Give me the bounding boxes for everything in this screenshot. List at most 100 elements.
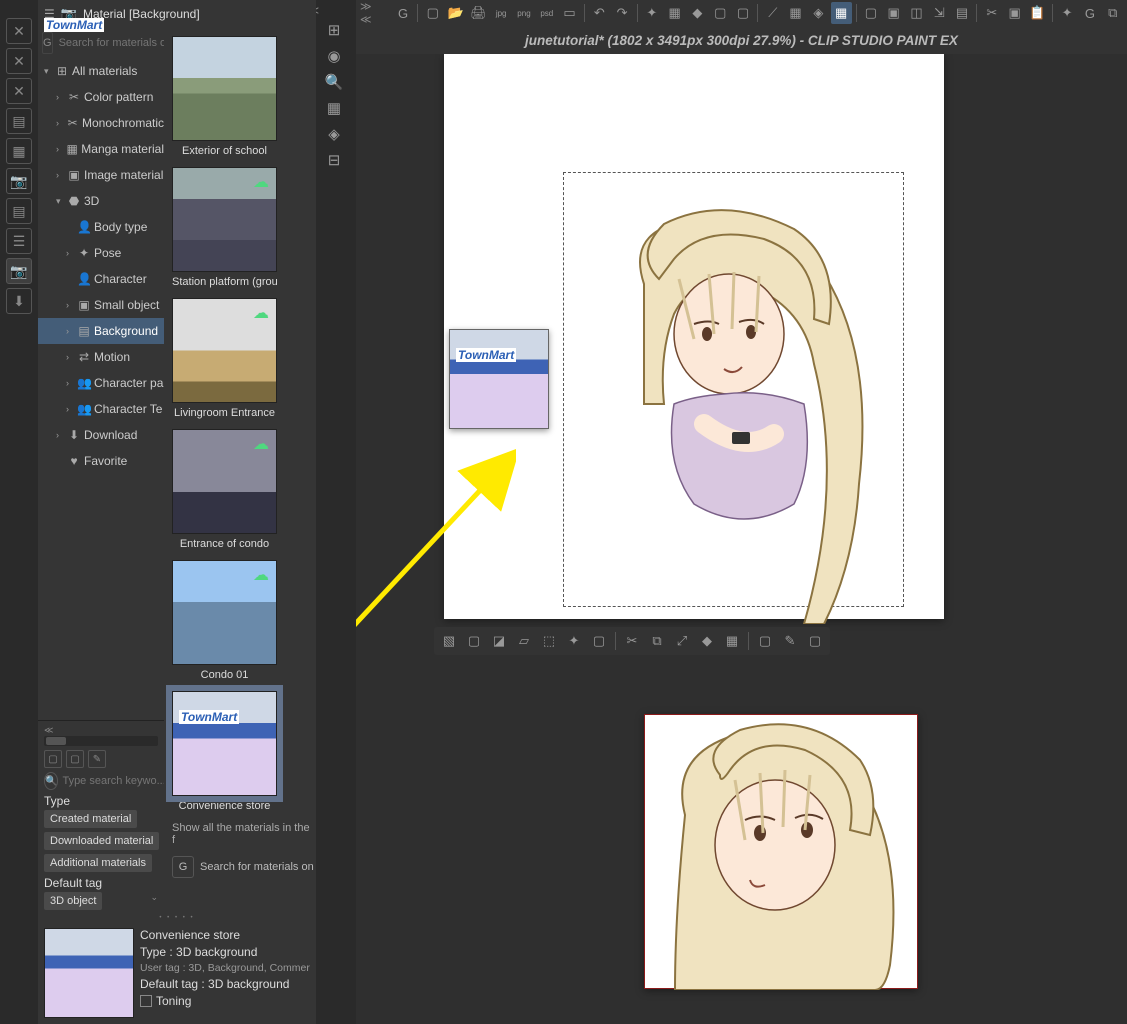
chevron-down-icon[interactable]: ⌄ <box>150 892 158 910</box>
sel-tool-tone[interactable]: ▦ <box>721 630 743 652</box>
sel-tool-pen[interactable]: ✎ <box>779 630 801 652</box>
side-tab-2[interactable]: ◉ <box>322 44 346 68</box>
tree-image-material[interactable]: ›▣Image material <box>38 162 164 188</box>
material-card-convenience-store[interactable]: Convenience store <box>172 691 277 812</box>
tool-csp-icon[interactable]: G <box>393 2 414 24</box>
tree-monochromatic[interactable]: ›✂Monochromatic <box>38 110 164 136</box>
tool-snap3[interactable]: ◈ <box>808 2 829 24</box>
side-tab-4[interactable]: ▦ <box>322 96 346 120</box>
tree-character-pa[interactable]: ›👥Character pa <box>38 370 164 396</box>
chip-downloaded-material[interactable]: Downloaded material <box>44 832 159 850</box>
filter-icon-2[interactable]: ▢ <box>66 750 84 768</box>
tool-win2[interactable]: ▣ <box>883 2 904 24</box>
tree-motion[interactable]: ›⇄Motion <box>38 344 164 370</box>
tool-win5[interactable]: ▤ <box>952 2 973 24</box>
strip-icon-5[interactable]: ▦ <box>6 138 32 164</box>
strip-icon-material[interactable]: 📷 <box>6 258 32 284</box>
sel-tool-fill[interactable]: ◆ <box>696 630 718 652</box>
side-tab-1[interactable]: ⊞ <box>322 18 346 42</box>
assets-search-footer[interactable]: Search for materials on <box>200 861 314 873</box>
material-card-condo[interactable]: ☁ Condo 01 <box>172 560 277 681</box>
tool-undo[interactable]: ↶ <box>589 2 610 24</box>
sel-tool-cut[interactable]: ✂ <box>621 630 643 652</box>
tool-jpg[interactable]: jpg <box>491 2 512 24</box>
strip-icon-10[interactable]: ⬇ <box>6 288 32 314</box>
sel-tool-4[interactable]: ▱ <box>513 630 535 652</box>
chip-additional-materials[interactable]: Additional materials <box>44 854 152 872</box>
tree-all-materials[interactable]: ▾⊞All materials <box>38 58 164 84</box>
chip-3d-object[interactable]: 3D object <box>44 892 102 910</box>
sel-tool-3[interactable]: ◪ <box>488 630 510 652</box>
filter-icon-3[interactable]: ✎ <box>88 750 106 768</box>
tool-bucket[interactable]: ◆ <box>687 2 708 24</box>
tree-color-pattern[interactable]: ›✂Color pattern <box>38 84 164 110</box>
tool-copy[interactable]: ▣ <box>1004 2 1025 24</box>
tree-pose[interactable]: ›✦Pose <box>38 240 164 266</box>
tool-fx[interactable]: ✦ <box>1057 2 1078 24</box>
tree-body-type[interactable]: 👤Body type <box>38 214 164 240</box>
strip-icon-7[interactable]: ▤ <box>6 198 32 224</box>
tool-win4[interactable]: ⇲ <box>929 2 950 24</box>
tool-open[interactable]: 📂 <box>445 2 466 24</box>
tool-fill[interactable]: ▦ <box>664 2 685 24</box>
tool-cut[interactable]: ✂ <box>981 2 1002 24</box>
tool-book[interactable]: ▭ <box>559 2 580 24</box>
sel-tool-1[interactable]: ▧ <box>438 630 460 652</box>
material-card-school[interactable]: Exterior of school <box>172 36 277 157</box>
resize-handle[interactable]: • • • • • <box>38 914 316 922</box>
tool-print[interactable]: 🖨 <box>468 2 489 24</box>
sel-tool-2[interactable]: ▢ <box>463 630 485 652</box>
tool-snap1[interactable]: ⟋ <box>762 2 783 24</box>
toning-checkbox[interactable]: Toning <box>140 994 310 1008</box>
sel-tool-new[interactable]: ▢ <box>754 630 776 652</box>
tool-new[interactable]: ▢ <box>422 2 443 24</box>
sel-tool-5[interactable]: ⬚ <box>538 630 560 652</box>
dragged-material-preview[interactable] <box>449 329 549 429</box>
tool-psd[interactable]: psd <box>536 2 557 24</box>
strip-icon-4[interactable]: ▤ <box>6 108 32 134</box>
filter-icon-1[interactable]: ▢ <box>44 750 62 768</box>
tool-win1[interactable]: ▢ <box>860 2 881 24</box>
sel-tool-scale[interactable]: ⤢ <box>671 630 693 652</box>
material-card-station[interactable]: ☁ Station platform (ground le <box>172 167 277 288</box>
material-card-livingroom[interactable]: ☁ Livingroom Entrance <box>172 298 277 419</box>
strip-icon-1[interactable]: ✕ <box>6 18 32 44</box>
tool-snap4[interactable]: ▦ <box>831 2 852 24</box>
keyword-search-input[interactable] <box>62 775 164 787</box>
strip-icon-2[interactable]: ✕ <box>6 48 32 74</box>
strip-icon-6[interactable]: 📷 <box>6 168 32 194</box>
tree-scrollbar[interactable] <box>44 736 158 746</box>
tree-3d[interactable]: ▾⬣3D <box>38 188 164 214</box>
tree-manga-material[interactable]: ›▦Manga material <box>38 136 164 162</box>
chip-created-material[interactable]: Created material <box>44 810 137 828</box>
sel-tool-7[interactable]: ▢ <box>588 630 610 652</box>
tool-last[interactable]: ⧉ <box>1102 2 1123 24</box>
tool-vec[interactable]: ▢ <box>733 2 754 24</box>
tool-clear[interactable]: ✦ <box>641 2 662 24</box>
side-tab-5[interactable]: ◈ <box>322 122 346 146</box>
keyword-search-icon[interactable]: 🔍 <box>44 772 58 790</box>
tool-paste[interactable]: 📋 <box>1027 2 1048 24</box>
tree-small-object[interactable]: ›▣Small object <box>38 292 164 318</box>
tree-favorite[interactable]: ♥Favorite <box>38 448 164 474</box>
tool-scale[interactable]: ▢ <box>710 2 731 24</box>
tool-redo[interactable]: ↷ <box>612 2 633 24</box>
side-tab-6[interactable]: ⊟ <box>322 148 346 172</box>
tool-snap2[interactable]: ▦ <box>785 2 806 24</box>
canvas-viewport[interactable]: ▧ ▢ ◪ ▱ ⬚ ✦ ▢ ✂ ⧉ ⤢ ◆ ▦ ▢ ✎ ▢ <box>356 54 1127 1024</box>
tree-download[interactable]: ›⬇Download <box>38 422 164 448</box>
sel-tool-copy[interactable]: ⧉ <box>646 630 668 652</box>
side-tab-3[interactable]: 🔍 <box>322 70 346 94</box>
tree-background[interactable]: ›▤Background <box>38 318 164 344</box>
tree-character-te[interactable]: ›👥Character Te <box>38 396 164 422</box>
tool-g[interactable]: G <box>1080 2 1101 24</box>
tool-win3[interactable]: ◫ <box>906 2 927 24</box>
strip-icon-3[interactable]: ✕ <box>6 78 32 104</box>
sel-tool-frame[interactable]: ▢ <box>804 630 826 652</box>
strip-icon-8[interactable]: ☰ <box>6 228 32 254</box>
sel-tool-6[interactable]: ✦ <box>563 630 585 652</box>
assets-search-input[interactable] <box>57 37 164 49</box>
tree-character[interactable]: 👤Character <box>38 266 164 292</box>
assets-search-button[interactable]: G <box>42 32 53 54</box>
tool-png[interactable]: png <box>514 2 535 24</box>
